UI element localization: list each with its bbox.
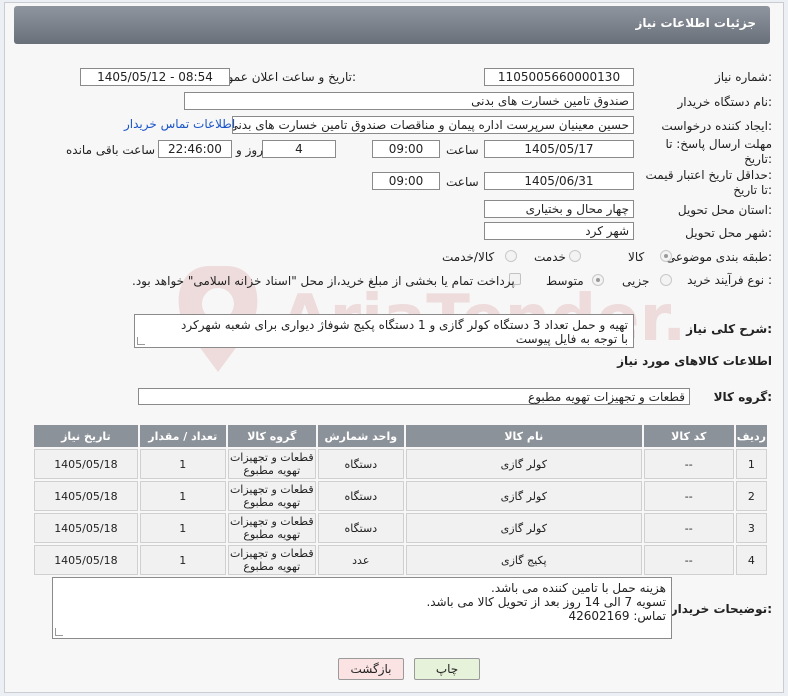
table-row[interactable]: 3 -- کولر گازی دستگاه قطعات و تجهیزات ته… <box>34 513 767 543</box>
goods-info-title: اطلاعات کالاهای مورد نیاز <box>617 354 772 368</box>
page-title: جزئیات اطلاعات نیاز <box>635 16 756 30</box>
process-radio-medium[interactable] <box>592 274 604 286</box>
cell-name: کولر گازی <box>405 449 642 479</box>
col-unit: واحد شمارش <box>317 425 404 447</box>
province-field[interactable]: چهار محال و بختیاری <box>484 200 634 218</box>
need-number-field[interactable]: 1105005660000130 <box>484 68 634 86</box>
validity-time-label: ساعت <box>446 175 479 189</box>
cell-group: قطعات و تجهیزات تهویه مطبوع <box>227 481 316 511</box>
resize-grip[interactable] <box>55 628 63 636</box>
table-header-row: ردیف کد کالا نام کالا واحد شمارش گروه کا… <box>34 425 767 447</box>
deadline-label: مهلت ارسال پاسخ: تا <box>665 137 772 151</box>
deadline-time-label: ساعت <box>446 143 479 157</box>
buyer-notes-line-1: هزینه حمل با تامین کننده می باشد. <box>491 581 666 595</box>
validity-label-date: تا تاریخ: <box>733 183 772 197</box>
category-radio-goods[interactable] <box>660 250 672 262</box>
panel-header: جزئیات اطلاعات نیاز <box>14 6 770 44</box>
cell-group: قطعات و تجهیزات تهویه مطبوع <box>227 545 316 575</box>
announce-datetime-field[interactable]: 1405/05/12 - 08:54 <box>80 68 230 86</box>
cell-group: قطعات و تجهیزات تهویه مطبوع <box>227 449 316 479</box>
process-radio-minor[interactable] <box>660 274 672 286</box>
deadline-time-field[interactable]: 09:00 <box>372 140 440 158</box>
creator-label: ایجاد کننده درخواست: <box>661 119 772 133</box>
category-radio-service[interactable] <box>569 250 581 262</box>
cell-code: -- <box>643 449 734 479</box>
goods-table: ردیف کد کالا نام کالا واحد شمارش گروه کا… <box>32 423 769 577</box>
city-field[interactable]: شهر کرد <box>484 222 634 240</box>
col-group: گروه کالا <box>227 425 316 447</box>
days-remaining-field[interactable]: 4 <box>262 140 336 158</box>
category-label: طبقه بندی موضوعی: <box>665 250 772 264</box>
cell-row: 4 <box>735 545 767 575</box>
cell-date: 1405/05/18 <box>34 449 138 479</box>
cell-code: -- <box>643 545 734 575</box>
goods-group-label: گروه کالا: <box>713 390 772 404</box>
remaining-label: ساعت باقی مانده <box>66 143 156 157</box>
validity-time-field[interactable]: 09:00 <box>372 172 440 190</box>
cell-name: کولر گازی <box>405 481 642 511</box>
col-qty: تعداد / مقدار <box>139 425 226 447</box>
deadline-label-date: تاریخ: <box>744 152 772 166</box>
creator-field[interactable]: حسین معینیان سرپرست اداره پیمان و مناقصا… <box>232 116 634 134</box>
buyer-notes-label: توضیحات خریدار: <box>670 602 772 616</box>
buyer-org-label: نام دستگاه خریدار: <box>677 95 773 109</box>
cell-unit: دستگاه <box>317 513 404 543</box>
buyer-org-field[interactable]: صندوق تامین خسارت های بدنی <box>184 92 634 110</box>
category-option-goods-service: کالا/خدمت <box>442 250 495 264</box>
summary-label: شرح کلی نیاز: <box>686 322 772 336</box>
summary-line-1: تهیه و حمل تعداد 3 دستگاه کولر گازی و 1 … <box>181 318 628 332</box>
cell-unit: دستگاه <box>317 481 404 511</box>
cell-qty: 1 <box>139 481 226 511</box>
province-label: استان محل تحویل: <box>677 203 772 217</box>
buyer-notes-line-3: تماس: 42602169 <box>568 609 666 623</box>
category-option-goods: کالا <box>628 250 645 264</box>
cell-unit: دستگاه <box>317 449 404 479</box>
print-button[interactable]: چاپ <box>414 658 480 680</box>
buyer-notes-line-2: تسویه 7 الی 14 روز بعد از تحویل کالا می … <box>426 595 666 609</box>
cell-code: -- <box>643 481 734 511</box>
cell-unit: عدد <box>317 545 404 575</box>
cell-row: 2 <box>735 481 767 511</box>
col-date: تاریخ نیاز <box>34 425 138 447</box>
buyer-notes-textarea[interactable]: هزینه حمل با تامین کننده می باشد. تسویه … <box>52 577 672 639</box>
cell-date: 1405/05/18 <box>34 513 138 543</box>
process-label: نوع فرآیند خرید : <box>687 273 772 287</box>
cell-code: -- <box>643 513 734 543</box>
cell-name: کولر گازی <box>405 513 642 543</box>
goods-group-field[interactable]: قطعات و تجهیزات تهویه مطبوع <box>138 388 690 405</box>
buyer-contact-link[interactable]: اطلاعات تماس خریدار <box>124 117 235 131</box>
deadline-date-field[interactable]: 1405/05/17 <box>484 140 634 158</box>
treasury-payment-note: پرداخت تمام یا بخشی از مبلغ خرید،از محل … <box>132 274 515 288</box>
summary-line-2: با توجه به فایل پیوست <box>515 332 628 346</box>
resize-grip[interactable] <box>137 337 145 345</box>
cell-date: 1405/05/18 <box>34 481 138 511</box>
validity-date-field[interactable]: 1405/06/31 <box>484 172 634 190</box>
cell-name: پکیج گازی <box>405 545 642 575</box>
col-name: نام کالا <box>405 425 642 447</box>
validity-label: حداقل تاریخ اعتبار قیمت: <box>645 168 772 182</box>
cell-qty: 1 <box>139 545 226 575</box>
cell-qty: 1 <box>139 513 226 543</box>
table-row[interactable]: 2 -- کولر گازی دستگاه قطعات و تجهیزات ته… <box>34 481 767 511</box>
process-option-minor: جزیی <box>622 274 650 288</box>
remaining-time-field[interactable]: 22:46:00 <box>158 140 232 158</box>
cell-qty: 1 <box>139 449 226 479</box>
cell-group: قطعات و تجهیزات تهویه مطبوع <box>227 513 316 543</box>
col-code: کد کالا <box>643 425 734 447</box>
process-option-medium: متوسط <box>546 274 584 288</box>
table-row[interactable]: 4 -- پکیج گازی عدد قطعات و تجهیزات تهویه… <box>34 545 767 575</box>
city-label: شهر محل تحویل: <box>685 226 772 240</box>
cell-row: 1 <box>735 449 767 479</box>
cell-row: 3 <box>735 513 767 543</box>
category-option-service: خدمت <box>534 250 566 264</box>
cell-date: 1405/05/18 <box>34 545 138 575</box>
days-label: روز و <box>236 143 263 157</box>
category-radio-goods-service[interactable] <box>505 250 517 262</box>
announce-label: تاریخ و ساعت اعلان عمومی: <box>211 70 356 84</box>
need-number-label: شماره نیاز: <box>714 70 772 84</box>
col-row: ردیف <box>735 425 767 447</box>
back-button[interactable]: بازگشت <box>338 658 404 680</box>
summary-textarea[interactable]: تهیه و حمل تعداد 3 دستگاه کولر گازی و 1 … <box>134 314 634 348</box>
table-row[interactable]: 1 -- کولر گازی دستگاه قطعات و تجهیزات ته… <box>34 449 767 479</box>
